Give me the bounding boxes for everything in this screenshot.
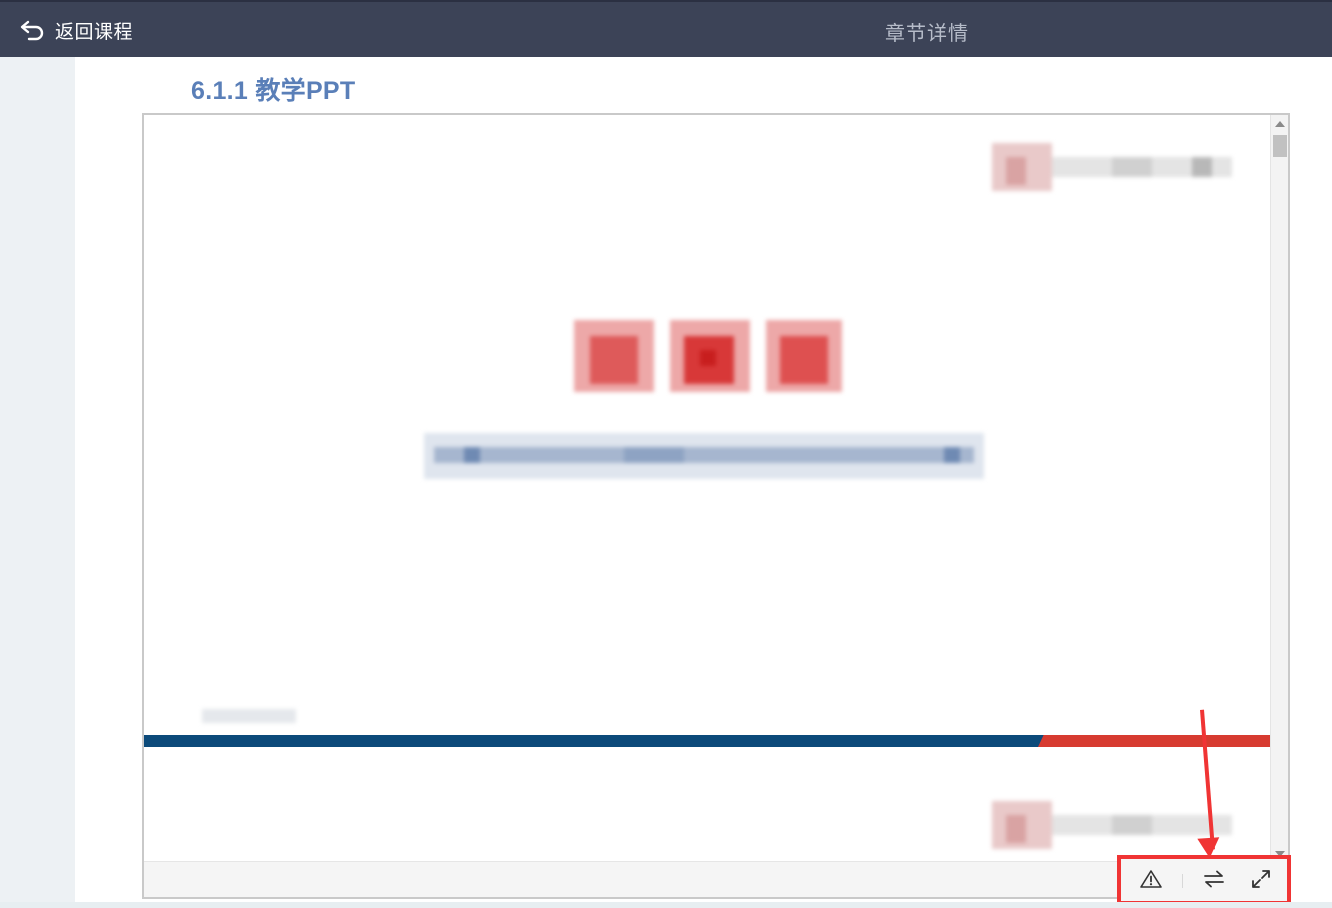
ppt-slide — [144, 115, 1270, 861]
swap-icon — [1203, 870, 1225, 892]
slide-logo-next — [992, 801, 1232, 849]
viewer-toolbar — [144, 855, 1291, 905]
toolbar-separator — [1182, 874, 1183, 888]
slide-logo-top — [992, 143, 1232, 191]
slide-subtitle-graphic — [424, 433, 984, 479]
viewer-tool-group — [1117, 855, 1291, 905]
top-bar: 返回课程 章节详情 — [0, 0, 1332, 57]
back-arrow-icon — [20, 19, 46, 41]
slide-title-graphic — [574, 320, 844, 400]
back-to-course-button[interactable]: 返回课程 — [20, 16, 133, 44]
warning-icon — [1139, 869, 1163, 893]
ppt-viewer[interactable] — [142, 113, 1291, 905]
section-title: 6.1.1 教学PPT — [191, 77, 356, 105]
report-button[interactable] — [1137, 870, 1165, 892]
annotation-arrow-head — [1197, 837, 1221, 859]
scroll-thumb[interactable] — [1273, 135, 1287, 157]
scroll-up-arrow-icon[interactable] — [1275, 121, 1285, 127]
slide-footer-text — [202, 707, 296, 725]
bottom-strip — [0, 902, 1332, 908]
page-title: 章节详情 — [885, 21, 969, 45]
viewer-scrollbar[interactable] — [1270, 115, 1288, 861]
switch-button[interactable] — [1200, 870, 1228, 892]
fullscreen-button[interactable] — [1247, 870, 1275, 892]
back-label: 返回课程 — [55, 20, 134, 43]
fullscreen-icon — [1251, 869, 1271, 893]
chapter-content: 6.1.1 教学PPT — [75, 57, 1332, 905]
slide-stripe-blue — [144, 735, 1044, 747]
